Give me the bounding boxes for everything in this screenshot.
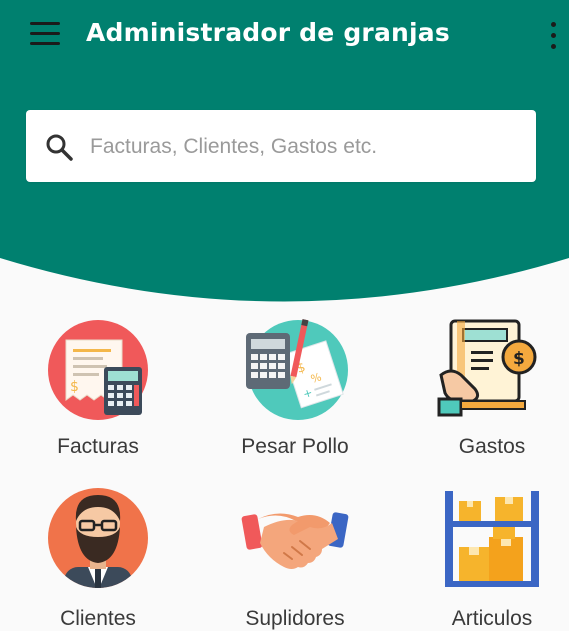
module-tile-pesar-pollo[interactable]: $ % + Pesar Pollo [200, 310, 390, 460]
receipt-coin-icon: $ [437, 319, 537, 417]
handshake-icon [241, 512, 349, 569]
invoice-calculator-icon: $ [48, 320, 148, 420]
module-label: Articulos [451, 607, 533, 630]
shelf-boxes-icon [445, 491, 539, 587]
app-title: Administrador de granjas [86, 18, 450, 47]
bearded-man-avatar-icon [48, 488, 148, 588]
module-tile-gastos[interactable]: $ Gastos [397, 310, 569, 460]
module-label: Clientes [60, 607, 136, 630]
search-icon [46, 134, 73, 161]
module-tile-clientes[interactable]: Clientes [3, 478, 193, 630]
more-vertical-icon[interactable] [544, 20, 564, 52]
module-tile-suplidores[interactable]: Suplidores [200, 478, 390, 630]
search-input[interactable] [88, 126, 522, 168]
module-label: Pesar Pollo [241, 435, 349, 458]
search-bar[interactable] [26, 110, 536, 182]
hamburger-menu-icon[interactable] [28, 20, 62, 48]
svg-text:$: $ [513, 349, 525, 369]
module-label: Suplidores [245, 607, 345, 630]
app-bar: Administrador de granjas [0, 0, 569, 76]
module-tile-facturas[interactable]: $ Facturas [3, 310, 193, 460]
module-label: Gastos [458, 435, 526, 458]
module-tile-articulos[interactable]: Articulos [397, 478, 569, 630]
calculator-document-icon: $ % + [246, 319, 348, 420]
svg-text:$: $ [70, 379, 79, 395]
module-label: Facturas [57, 435, 139, 458]
